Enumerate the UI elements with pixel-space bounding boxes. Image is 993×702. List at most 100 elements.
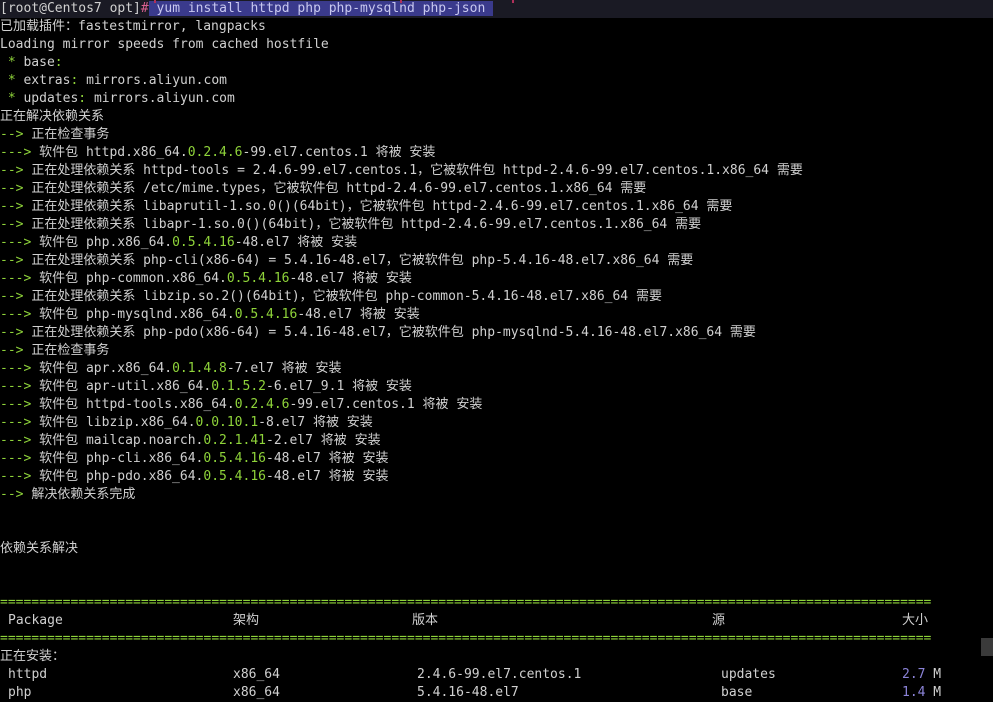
mirror-name: base bbox=[23, 55, 55, 70]
arrow-marker: --> bbox=[0, 127, 32, 142]
transaction-text: 软件包 php-cli.x86_64. bbox=[39, 451, 204, 466]
transaction-line: ---> 软件包 apr.x86_64.0.1.4.8-7.el7 将被 安装 bbox=[0, 360, 993, 378]
arrow-marker: --> bbox=[0, 199, 32, 214]
arrow-marker: --> bbox=[0, 289, 32, 304]
version-number: 0.2.4.6 bbox=[234, 397, 290, 412]
transaction-text: 正在处理依赖关系 libzip.so.2()(64bit)，它被软件包 php-… bbox=[31, 289, 662, 304]
cell-repo: base bbox=[721, 685, 753, 700]
table-row: httpd x86_64 2.4.6-99.el7.centos.1 updates 2… bbox=[0, 666, 993, 684]
arrow-marker: ---> bbox=[0, 433, 40, 448]
transaction-line: ---> 软件包 php-mysqlnd.x86_64.0.5.4.16-48.… bbox=[0, 306, 993, 324]
transaction-text-tail: -48.el7 将被 安装 bbox=[289, 271, 412, 286]
size-number: 1.4 bbox=[902, 685, 926, 700]
transaction-text: 正在检查事务 bbox=[31, 343, 110, 358]
separator: ========================================… bbox=[0, 595, 932, 610]
mirror-line: * extras: mirrors.aliyun.com bbox=[0, 72, 993, 90]
top-edge-marks bbox=[0, 0, 993, 3]
transaction-lines: ---> 软件包 httpd.x86_64. 0.2.4.6-99.el7.cen… bbox=[0, 144, 993, 486]
transaction-text-tail: = 5.4.16-48.el7，它被软件包 php-mysqlnd-5.4.16… bbox=[268, 325, 756, 340]
transaction-line: ---> 软件包 mailcap.noarch.0.2.1.41-2.el7 将… bbox=[0, 432, 993, 450]
transaction-line: ---> 软件包 php-common.x86_64.0.5.4.16-48.e… bbox=[0, 270, 993, 288]
transaction-text: 正在处理依赖关系 php-pdo(x86-64) bbox=[31, 325, 269, 340]
output-line: 已加载插件：fastestmirror, langpacks bbox=[0, 18, 993, 36]
resolving-text: 正在解决依赖关系 bbox=[0, 109, 105, 124]
table-rows: httpd x86_64 2.4.6-99.el7.centos.1 updates 2… bbox=[0, 666, 993, 702]
transaction-line: --> 正在处理依赖关系 httpd-tools = 2.4.6-99.el7.… bbox=[0, 162, 993, 180]
arrow-marker: ---> bbox=[0, 451, 40, 466]
arrow-marker: ---> bbox=[0, 271, 40, 286]
transaction-line: ---> 软件包 libzip.x86_64.0.0.10.1-8.el7 将被… bbox=[0, 414, 993, 432]
transaction-line: --> 正在检查事务 bbox=[0, 342, 993, 360]
loading-text: Loading mirror speeds from cached hostfi… bbox=[0, 37, 329, 52]
arrow-marker: ---> bbox=[0, 235, 40, 250]
transaction-text: 正在处理依赖关系 /etc/mime.types，它被软件包 httpd-2.4… bbox=[31, 181, 647, 196]
arrow-marker: ---> bbox=[0, 469, 40, 484]
header-arch: 架构 bbox=[233, 613, 260, 628]
colon: : bbox=[70, 73, 79, 88]
transaction-text: 软件包 httpd.x86_64. bbox=[39, 145, 188, 160]
cell-arch: x86_64 bbox=[233, 685, 280, 700]
transaction-text: 软件包 libzip.x86_64. bbox=[39, 415, 196, 430]
size-unit: M bbox=[925, 667, 942, 682]
bullet-star: * bbox=[0, 55, 24, 70]
mirror-line: * base: bbox=[0, 54, 993, 72]
header-package: Package bbox=[8, 613, 63, 628]
cell-package: httpd bbox=[8, 667, 48, 682]
transaction-text-tail: -8.el7 将被 安装 bbox=[258, 415, 373, 430]
separator-line: ========================================… bbox=[0, 594, 993, 612]
colon: : bbox=[78, 91, 87, 106]
output-line: Loading mirror speeds from cached hostfi… bbox=[0, 36, 993, 54]
size-unit: M bbox=[925, 685, 942, 700]
header-size: 大小 bbox=[902, 613, 929, 628]
transaction-text-tail: = 2.4.6-99.el7.centos.1，它被软件包 httpd-2.4.… bbox=[237, 163, 803, 178]
transaction-line: --> 正在处理依赖关系 libapr-1.so.0()(64bit)，它被软件… bbox=[0, 216, 993, 234]
transaction-line: ---> 软件包 php-pdo.x86_64.0.5.4.16-48.el7 … bbox=[0, 468, 993, 486]
transaction-text-tail: -6.el7_9.1 将被 安装 bbox=[266, 379, 412, 394]
arrow-marker: --> bbox=[0, 181, 32, 196]
output-line: 正在安装： bbox=[0, 648, 993, 666]
version-number: 0.0.10.1 bbox=[195, 415, 259, 430]
arrow-marker: ---> bbox=[0, 145, 40, 160]
transaction-text-tail: -2.el7 将被 安装 bbox=[266, 433, 381, 448]
version-number: 0.5.4.16 bbox=[203, 451, 266, 466]
mirror-host: mirrors.aliyun.com bbox=[93, 91, 235, 106]
transaction-line: ---> 软件包 php-cli.x86_64.0.5.4.16-48.el7 … bbox=[0, 450, 993, 468]
transaction-text: 软件包 apr-util.x86_64. bbox=[39, 379, 212, 394]
transaction-text: 软件包 mailcap.noarch. bbox=[39, 433, 204, 448]
prompt-hash: # bbox=[140, 1, 149, 16]
transaction-text: 软件包 php.x86_64. bbox=[39, 235, 173, 250]
version-number: 0.2.1.41 bbox=[203, 433, 266, 448]
dep-resolved-text: 解决依赖关系完成 bbox=[31, 487, 136, 502]
arrow-marker: ---> bbox=[0, 397, 40, 412]
transaction-text-tail: -99.el7.centos.1 将被 安装 bbox=[289, 397, 483, 412]
transaction-line: --> 正在处理依赖关系 libzip.so.2()(64bit)，它被软件包 … bbox=[0, 288, 993, 306]
plugins-text: 已加载插件：fastestmirror, langpacks bbox=[0, 19, 266, 34]
scrollbar-thumb[interactable] bbox=[981, 638, 993, 656]
transaction-text: 软件包 php-common.x86_64. bbox=[39, 271, 227, 286]
transaction-line: --> 正在处理依赖关系 php-cli(x86-64) = 5.4.16-48… bbox=[0, 252, 993, 270]
checking-text: 正在检查事务 bbox=[31, 127, 110, 142]
transaction-text-tail: -7.el7 将被 安装 bbox=[226, 361, 342, 376]
transaction-line: ---> 软件包 httpd.x86_64.0.2.4.6-99.el7.cen… bbox=[0, 144, 993, 162]
transaction-text: 软件包 httpd-tools.x86_64. bbox=[39, 397, 235, 412]
transaction-text-tail: -48.el7 将被 安装 bbox=[266, 469, 389, 484]
terminal-window[interactable]: [root@Centos7 opt]# yum install httpd ph… bbox=[0, 0, 993, 700]
arrow-marker: ---> bbox=[0, 415, 40, 430]
transaction-text: 正在处理依赖关系 httpd-tools bbox=[31, 163, 238, 178]
transaction-text-tail: -48.el7 将被 安装 bbox=[297, 307, 420, 322]
transaction-text: 正在处理依赖关系 libaprutil-1.so.0()(64bit)，它被软件… bbox=[31, 199, 733, 214]
prompt-user-host: [root@Centos7 opt] bbox=[0, 1, 141, 16]
cell-size: 2.7 M bbox=[902, 666, 962, 684]
command-text[interactable]: yum install httpd php php-mysqlnd php-js… bbox=[148, 1, 494, 16]
transaction-text: 正在处理依赖关系 libapr-1.so.0()(64bit)，它被软件包 ht… bbox=[31, 217, 702, 232]
colon: : bbox=[54, 55, 63, 70]
arrow-marker: --> bbox=[0, 487, 32, 502]
cell-version: 2.4.6-99.el7.centos.1 bbox=[417, 667, 582, 682]
cell-repo: updates bbox=[721, 667, 776, 682]
transaction-text: 软件包 apr.x86_64. bbox=[39, 361, 173, 376]
mirror-name: extras bbox=[23, 73, 71, 88]
version-number: 0.5.4.16 bbox=[203, 469, 266, 484]
output-line: 正在解决依赖关系 bbox=[0, 108, 993, 126]
